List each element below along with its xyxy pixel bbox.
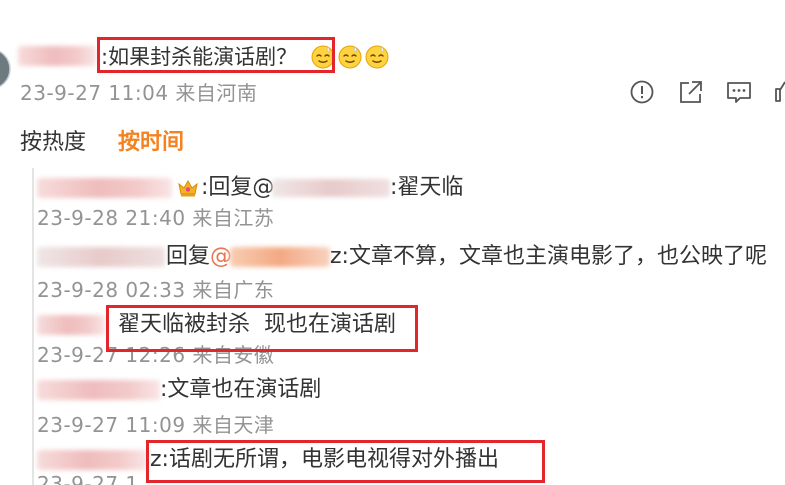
reply-prefix: :回复@	[201, 175, 275, 200]
blurred-username[interactable]	[37, 450, 147, 470]
sweat-face-icon	[365, 45, 389, 69]
red-highlight-box	[146, 440, 545, 483]
reply-prefix: 回复	[166, 244, 211, 269]
blurred-mention[interactable]	[230, 247, 330, 267]
blurred-username[interactable]	[18, 46, 96, 66]
share-icon[interactable]	[678, 79, 704, 105]
sweat-face-icon	[338, 45, 362, 69]
reply-meta: 23-9-27 11:09 来自天津	[37, 413, 275, 437]
reply-text: z:文章不算，文章也主演电影了，也公映了呢	[330, 244, 767, 269]
like-icon[interactable]	[774, 79, 785, 103]
reply-text: :文章也在演话剧	[160, 377, 322, 402]
reply-text: :翟天临	[390, 175, 464, 200]
reply-meta: 23-9-28 21:40 来自江苏	[37, 206, 275, 230]
comment-meta: 23-9-27 11:04 来自河南	[20, 81, 258, 105]
red-highlight-box	[106, 305, 418, 352]
tab-sort-time[interactable]: 按时间	[118, 130, 184, 156]
avatar[interactable]	[0, 48, 11, 90]
report-icon[interactable]	[630, 80, 654, 104]
blurred-username[interactable]	[37, 380, 160, 400]
thread-line	[32, 168, 34, 485]
tab-sort-hot[interactable]: 按热度	[20, 130, 86, 156]
red-highlight-box	[97, 37, 335, 73]
mention-link[interactable]: @	[210, 244, 232, 270]
blurred-username[interactable]	[37, 178, 172, 198]
crown-badge-icon	[178, 179, 198, 197]
reply-meta: 23-9-28 02:33 来自广东	[37, 278, 275, 302]
comment-icon[interactable]	[726, 80, 752, 106]
blurred-username[interactable]	[37, 247, 165, 267]
blurred-mention[interactable]	[272, 179, 390, 197]
blurred-username[interactable]	[37, 315, 105, 335]
weibo-comment-thread: :如果封杀能演话剧？ 23-9-27 11:04 来自河南 按热度 按时间:回…	[0, 0, 785, 485]
